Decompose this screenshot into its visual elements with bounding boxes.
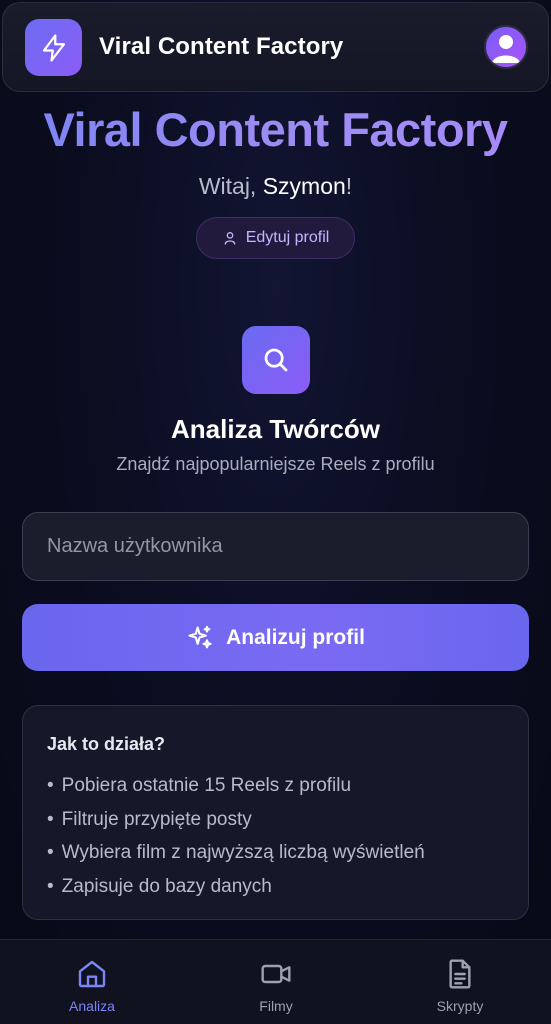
home-icon	[78, 960, 106, 988]
hero-title: Viral Content Factory	[0, 102, 551, 157]
search-icon-badge	[242, 326, 310, 394]
section-title: Analiza Twórców	[171, 414, 380, 444]
nav-label-skrypty: Skrypty	[436, 998, 484, 1014]
info-list: Pobiera ostatnie 15 Reels z profilu Filt…	[47, 769, 504, 903]
app-header: Viral Content Factory	[2, 2, 549, 92]
app-title: Viral Content Factory	[99, 33, 344, 60]
analyze-button-label: Analizuj profil	[226, 625, 365, 649]
document-icon	[449, 959, 471, 989]
list-item: Pobiera ostatnie 15 Reels z profilu	[47, 769, 504, 803]
list-item: Filtruje przypięte posty	[47, 803, 504, 837]
how-it-works-card: Jak to działa? Pobiera ostatnie 15 Reels…	[22, 705, 529, 920]
list-item: Zapisuje do bazy danych	[47, 870, 504, 904]
edit-profile-label: Edytuj profil	[245, 229, 330, 246]
lightning-icon	[42, 33, 65, 62]
edit-profile-button[interactable]: Edytuj profil	[196, 217, 355, 259]
greeting: Witaj, Szymon!	[0, 173, 551, 200]
search-icon	[264, 348, 288, 372]
nav-label-filmy: Filmy	[259, 998, 293, 1014]
info-title: Jak to działa?	[47, 734, 166, 754]
greeting-prefix: Witaj,	[198, 173, 263, 199]
section-subtitle: Znajdź najpopularniejsze Reels z profilu	[116, 454, 435, 474]
user-name: Szymon	[262, 173, 346, 199]
nav-item-filmy[interactable]: Filmy	[206, 940, 346, 1024]
nav-label-analiza: Analiza	[69, 998, 115, 1014]
video-camera-icon	[261, 964, 291, 984]
greeting-suffix: !	[345, 173, 353, 199]
sparkles-icon	[188, 625, 212, 648]
user-avatar-icon	[492, 35, 520, 63]
nav-item-analiza[interactable]: Analiza	[22, 940, 162, 1024]
user-icon	[224, 232, 236, 245]
app-logo[interactable]	[25, 19, 82, 76]
list-item: Wybiera film z najwyższą liczbą wyświetl…	[47, 836, 504, 870]
user-avatar-button[interactable]	[484, 25, 528, 69]
bottom-nav: Analiza Filmy Skrypty	[0, 939, 551, 1024]
nav-item-skrypty[interactable]: Skrypty	[390, 940, 530, 1024]
username-input[interactable]	[22, 512, 529, 581]
analyze-profile-button[interactable]: Analizuj profil	[22, 604, 529, 671]
